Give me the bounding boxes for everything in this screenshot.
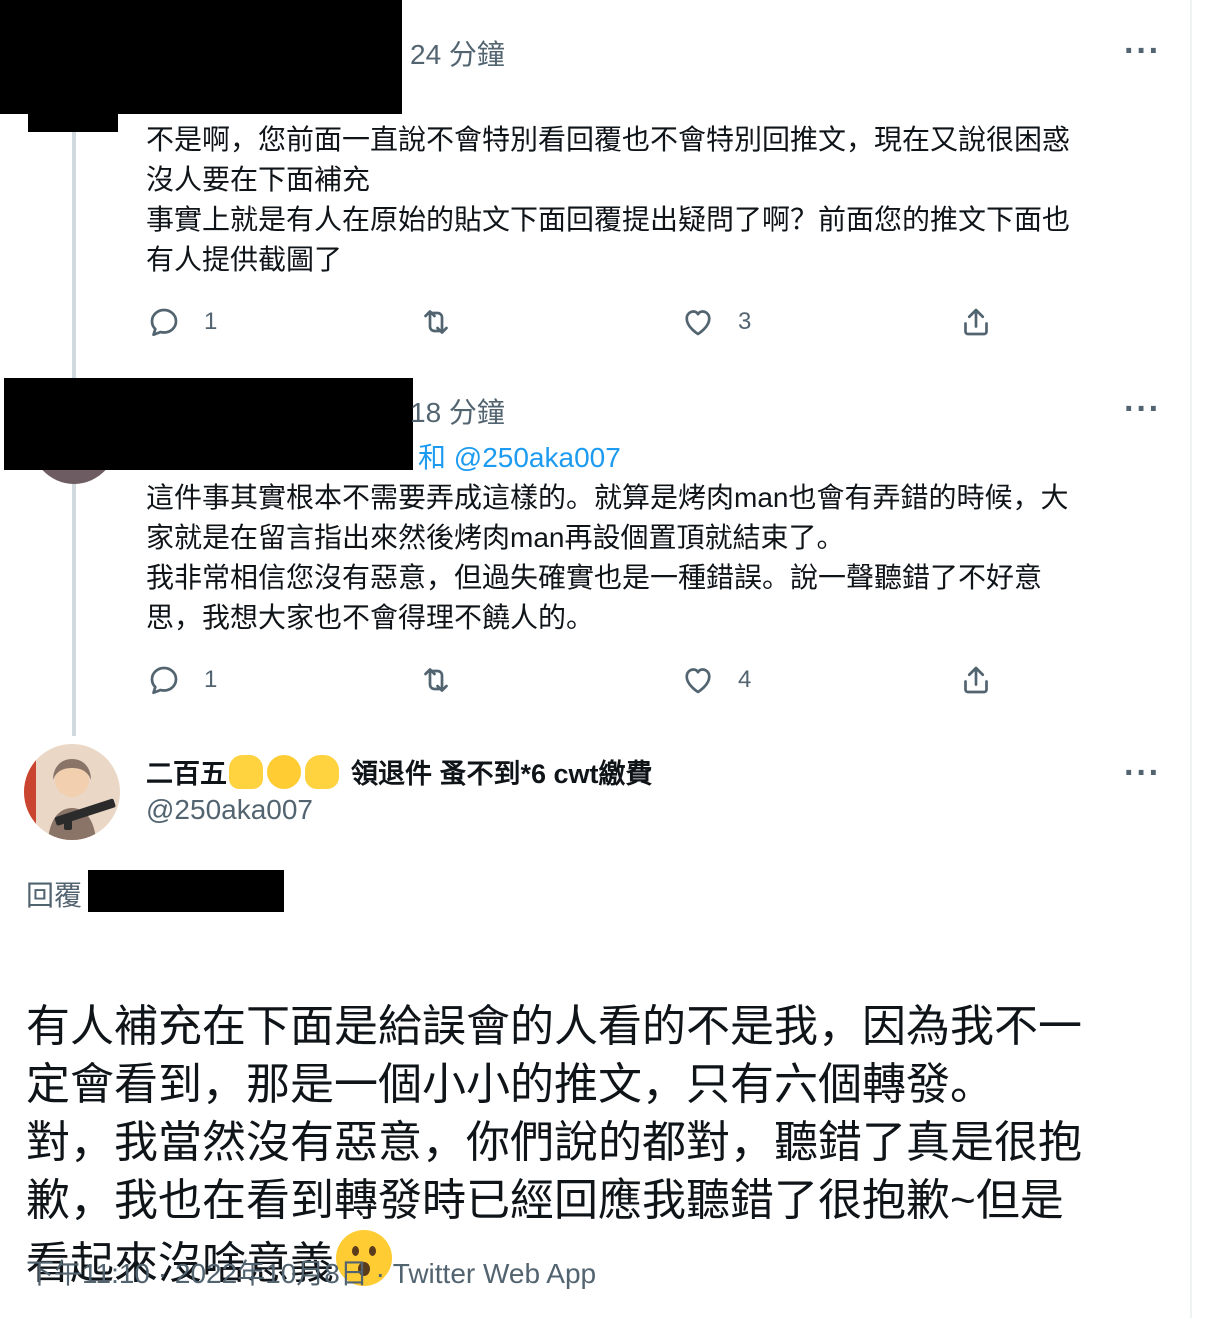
thread-line: [72, 480, 76, 736]
redacted-reply-target: [88, 870, 284, 912]
more-options-icon[interactable]: ···: [1124, 392, 1161, 426]
replying-to[interactable]: 和 @250aka007: [418, 436, 621, 476]
tweet-time[interactable]: 18 分鐘: [410, 391, 505, 431]
share-icon: [964, 308, 988, 336]
like-count: 3: [738, 308, 752, 335]
avatar-illustration-icon: [24, 744, 120, 840]
reply-count: 1: [204, 308, 218, 335]
share-icon: [964, 666, 988, 694]
tweet-time[interactable]: 24 分鐘: [410, 33, 505, 73]
tweet-timestamp[interactable]: 下午11:10 · 2022年10月8日 · Twitter Web App: [26, 1252, 596, 1292]
avatar[interactable]: [24, 744, 120, 840]
retweet-icon: [424, 668, 448, 692]
share-button[interactable]: [958, 304, 994, 340]
user-handle[interactable]: @250aka007: [146, 794, 313, 826]
rock-hand-emoji-icon: [229, 754, 263, 789]
display-name-prefix: 二百五: [146, 759, 227, 789]
redacted-author-block: [4, 378, 413, 470]
tweet-text: 不是啊，您前面一直說不會特別看回覆也不會特別回推文，現在又說很困惑 沒人要在下面…: [146, 124, 1071, 275]
redacted-author-block: [0, 0, 402, 114]
retweet-icon: [424, 310, 448, 334]
like-count: 4: [738, 666, 752, 693]
display-name[interactable]: 二百五 領退件 蚤不到*6 cwt繳費: [146, 752, 653, 791]
more-options-icon[interactable]: ···: [1124, 34, 1161, 68]
redacted-avatar-block: [28, 100, 118, 132]
thread-line: [72, 118, 76, 380]
share-button[interactable]: [958, 662, 994, 698]
pinched-hand-emoji-icon: [305, 754, 339, 789]
reply-count: 1: [204, 666, 218, 693]
tweet-text: 有人補充在下面是給誤會的人看的不是我，因為我不一 定會看到，那是一個小小的推文，…: [26, 940, 1156, 1293]
reply-button[interactable]: 1: [146, 304, 217, 340]
reply-icon: [150, 308, 178, 337]
display-name-suffix: 領退件 蚤不到*6 cwt繳費: [351, 759, 653, 789]
timeline-border: [1190, 0, 1192, 1318]
like-button[interactable]: 4: [680, 662, 751, 698]
heart-icon: [685, 310, 711, 336]
retweet-button[interactable]: [418, 662, 476, 698]
reply-to-label: 回覆: [26, 880, 83, 911]
zany-face-emoji-icon: [267, 754, 301, 789]
reply-button[interactable]: 1: [146, 662, 217, 698]
more-options-icon[interactable]: ···: [1124, 756, 1161, 790]
retweet-button[interactable]: [418, 304, 476, 340]
tweet-text-body: 有人補充在下面是給誤會的人看的不是我，因為我不一 定會看到，那是一個小小的推文，…: [26, 1002, 1082, 1288]
reply-icon: [150, 666, 178, 695]
heart-icon: [685, 668, 711, 694]
tweet-text: 這件事其實根本不需要弄成這樣的。就算是烤肉man也會有弄錯的時候，大 家就是在留…: [146, 482, 1069, 633]
like-button[interactable]: 3: [680, 304, 751, 340]
